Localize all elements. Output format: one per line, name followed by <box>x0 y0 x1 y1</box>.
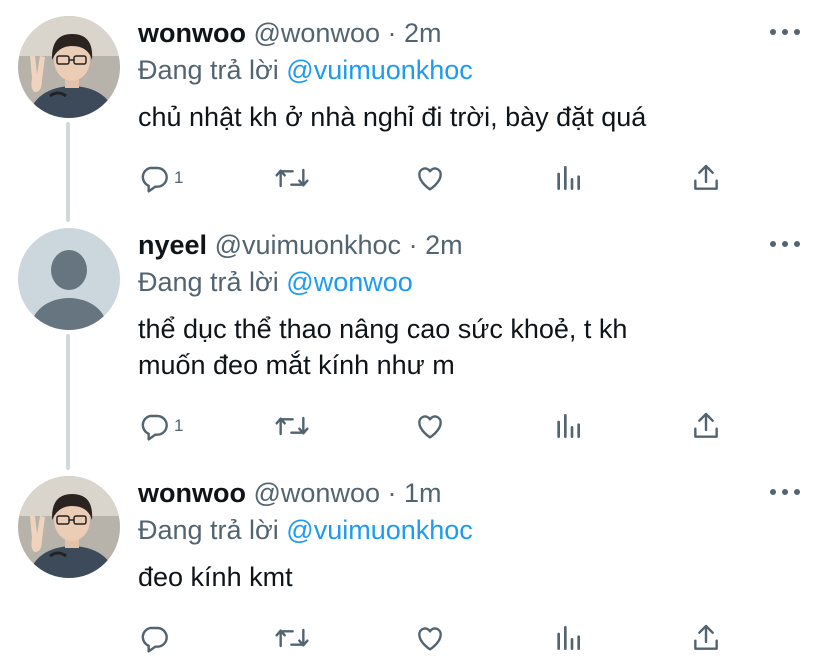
reply-icon <box>141 626 168 653</box>
tweet[interactable]: wonwoo @wonwoo · 1m Đang trả lời @vuimuo… <box>0 460 828 670</box>
tweet[interactable]: nyeel @vuimuonkhoc · 2m Đang trả lời @wo… <box>0 210 828 460</box>
share-icon <box>694 412 718 438</box>
more-icon[interactable] <box>770 27 800 37</box>
user-handle[interactable]: @wonwoo <box>254 18 380 48</box>
action-bar: 1 <box>138 158 738 198</box>
replying-to-label: Đang trả lời <box>138 515 279 545</box>
timestamp[interactable]: 2m <box>404 18 442 48</box>
profile-photo-icon <box>18 476 120 578</box>
like-icon <box>418 167 442 191</box>
avatar[interactable] <box>18 16 120 118</box>
analytics-button[interactable] <box>552 406 584 446</box>
default-avatar-silhouette-icon <box>18 228 120 330</box>
tweet-header: nyeel @vuimuonkhoc · 2m <box>138 229 463 261</box>
separator-dot: · <box>387 18 397 48</box>
replying-to: Đang trả lời @vuimuonkhoc <box>138 514 473 546</box>
reply-button[interactable]: 1 <box>138 406 183 446</box>
tweet-text-line: chủ nhật kh ở nhà nghỉ đi trời, bày đặt … <box>138 102 647 132</box>
share-button[interactable] <box>690 406 722 446</box>
display-name[interactable]: wonwoo <box>138 18 246 48</box>
reply-icon <box>141 166 168 193</box>
retweet-icon <box>275 416 309 436</box>
mention-link[interactable]: @wonwoo <box>286 267 412 297</box>
analytics-button[interactable] <box>552 158 584 198</box>
analytics-button[interactable] <box>552 618 584 658</box>
like-button[interactable] <box>414 618 446 658</box>
tweet-header: wonwoo @wonwoo · 1m <box>138 477 442 509</box>
analytics-icon <box>557 626 580 650</box>
like-icon <box>418 415 442 439</box>
tweet-text: chủ nhật kh ở nhà nghỉ đi trời, bày đặt … <box>138 99 646 135</box>
replying-to: Đang trả lời @wonwoo <box>138 266 413 298</box>
share-icon <box>694 624 718 650</box>
replying-to: Đang trả lời @vuimuonkhoc <box>138 54 473 86</box>
timestamp[interactable]: 1m <box>404 478 442 508</box>
more-icon[interactable] <box>770 239 800 249</box>
user-handle[interactable]: @vuimuonkhoc <box>215 230 402 260</box>
tweet-header: wonwoo @wonwoo · 2m <box>138 17 442 49</box>
share-icon <box>694 164 718 190</box>
mention-link[interactable]: @vuimuonkhoc <box>286 515 473 545</box>
like-button[interactable] <box>414 158 446 198</box>
replying-to-label: Đang trả lời <box>138 267 279 297</box>
tweet-text: thể dục thể thao nâng cao sức khoẻ, t kh… <box>138 311 627 383</box>
avatar[interactable] <box>18 228 120 330</box>
analytics-icon <box>557 414 580 438</box>
reply-button[interactable]: 1 <box>138 158 183 198</box>
profile-photo-icon <box>18 16 120 118</box>
retweet-button[interactable] <box>274 406 310 446</box>
timestamp[interactable]: 2m <box>425 230 463 260</box>
user-handle[interactable]: @wonwoo <box>254 478 380 508</box>
display-name[interactable]: wonwoo <box>138 478 246 508</box>
replying-to-label: Đang trả lời <box>138 55 279 85</box>
tweet-text-line: muốn đeo mắt kính như m <box>138 350 455 380</box>
retweet-button[interactable] <box>274 618 310 658</box>
reply-count: 1 <box>174 168 184 187</box>
more-icon[interactable] <box>770 487 800 497</box>
separator-dot: · <box>408 230 418 260</box>
reply-button[interactable] <box>138 618 174 658</box>
like-button[interactable] <box>414 406 446 446</box>
tweet-text: đeo kính kmt <box>138 559 293 595</box>
analytics-icon <box>557 166 580 190</box>
like-icon <box>418 627 442 651</box>
retweet-icon <box>275 168 309 188</box>
share-button[interactable] <box>690 618 722 658</box>
separator-dot: · <box>387 478 397 508</box>
retweet-icon <box>275 628 309 648</box>
reply-count: 1 <box>174 416 184 435</box>
display-name[interactable]: nyeel <box>138 230 207 260</box>
share-button[interactable] <box>690 158 722 198</box>
tweet-text-line: đeo kính kmt <box>138 562 293 592</box>
action-bar: 1 <box>138 406 738 446</box>
mention-link[interactable]: @vuimuonkhoc <box>286 55 473 85</box>
retweet-button[interactable] <box>274 158 310 198</box>
tweet[interactable]: wonwoo @wonwoo · 2m Đang trả lời @vuimuo… <box>0 0 828 210</box>
tweet-text-line: thể dục thể thao nâng cao sức khoẻ, t kh <box>138 314 628 344</box>
avatar[interactable] <box>18 476 120 578</box>
action-bar <box>138 618 738 658</box>
reply-icon <box>141 414 168 441</box>
